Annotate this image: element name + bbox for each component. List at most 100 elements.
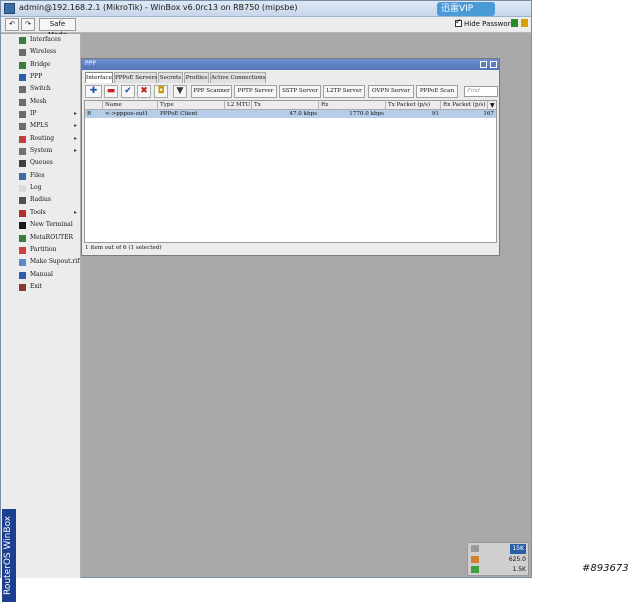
row-tx: 47.0 kbps (289, 111, 317, 117)
winbox-window: admin@192.168.2.1 (MikroTik) - WinBox v6… (0, 0, 532, 602)
winbox-app-icon (4, 3, 15, 14)
interfaces-icon (19, 37, 26, 44)
manual-icon (19, 271, 26, 279)
sidebar-item-manual[interactable]: Manual (17, 269, 81, 281)
l2tp-server-button[interactable]: L2TP Server (323, 85, 365, 98)
ip-icon (19, 111, 26, 119)
sidebar-item-mpls[interactable]: MPLS ▸ (17, 120, 81, 132)
window-title: admin@192.168.2.1 (MikroTik) - WinBox v6… (19, 3, 298, 12)
tray-value: 625.0 (508, 556, 526, 563)
redo-button[interactable]: ↷ (21, 18, 35, 31)
ppp-icon (19, 74, 26, 82)
lock-green-icon (511, 19, 518, 27)
tray-row-cpu: 15K (470, 544, 528, 554)
hide-passwords-toggle[interactable]: Hide Passwords (455, 17, 519, 28)
sidebar-item-partition[interactable]: Partition (17, 244, 81, 256)
partition-icon (19, 246, 26, 254)
filter-icon[interactable]: ▼ (173, 85, 187, 98)
sidebar-item-log[interactable]: Log (17, 182, 81, 194)
tab-interface[interactable]: Interface (85, 72, 113, 83)
wireless-icon (19, 49, 26, 57)
undo-button[interactable]: ↶ (5, 18, 19, 31)
sidebar-item-radius[interactable]: Radius (17, 194, 81, 206)
sidebar-item-interfaces[interactable]: Interfaces (17, 34, 81, 46)
sidebar-item-label: Make Supout.rif (30, 258, 80, 266)
tray-row-upload: 625.0 (470, 555, 528, 565)
supout-icon (19, 259, 26, 267)
row-rx-packet: 167 (483, 111, 494, 117)
submenu-arrow-icon: ▸ (73, 208, 77, 216)
col-name[interactable]: Name (103, 101, 158, 110)
mesh-icon (19, 98, 26, 106)
col-type[interactable]: Type (158, 101, 225, 110)
safe-mode-button[interactable]: Safe Mode (39, 18, 76, 39)
ppp-scanner-button[interactable]: PPP Scanner (191, 85, 232, 98)
find-input[interactable]: Find (464, 86, 498, 97)
sidebar-item-metarouter[interactable]: MetaROUTER (17, 232, 81, 244)
sidebar-item-new-terminal[interactable]: New Terminal (17, 219, 81, 231)
row-type: PPPoE Client (160, 111, 198, 117)
main-toolbar: ↶ ↷ Safe Mode (1, 17, 531, 39)
tab-profiles[interactable]: Profiles (184, 72, 209, 83)
sstp-server-button[interactable]: SSTP Server (279, 85, 321, 98)
sidebar-item-ppp[interactable]: PPP (17, 71, 81, 83)
ovpn-server-button[interactable]: OVPN Server (368, 85, 414, 98)
sidebar-item-ip[interactable]: IP ▸ (17, 108, 81, 120)
col-tx-packet[interactable]: Tx Packet (p/s) (386, 101, 441, 110)
radius-icon (19, 197, 26, 205)
col-rx-packet[interactable]: Rx Packet (p/s) (441, 101, 488, 110)
sidebar-item-files[interactable]: Files (17, 170, 81, 182)
tab-pppoe-servers[interactable]: PPPoE Servers (114, 72, 157, 83)
sidebar-item-label: System (30, 147, 53, 155)
add-icon[interactable]: ✚ (85, 85, 102, 98)
sidebar-item-label: MPLS (30, 122, 49, 130)
sidebar-item-tools[interactable]: Tools ▸ (17, 207, 81, 219)
row-rx: 1770.0 kbps (349, 111, 384, 117)
col-rx[interactable]: Rx (319, 101, 386, 110)
checkbox-icon[interactable] (455, 17, 462, 27)
sidebar-item-label: Log (30, 184, 42, 192)
sidebar-item-label: Mesh (30, 97, 47, 105)
sidebar-item-routing[interactable]: Routing ▸ (17, 133, 81, 145)
comment-icon[interactable]: ◘ (154, 85, 168, 98)
sidebar-item-wireless[interactable]: Wireless (17, 46, 81, 58)
queues-icon (19, 160, 26, 168)
sidebar-item-make-supout-rif[interactable]: Make Supout.rif (17, 256, 81, 268)
tab-secrets[interactable]: Secrets (158, 72, 183, 83)
enable-icon[interactable]: ✔ (121, 85, 135, 98)
disable-icon[interactable]: ✖ (137, 85, 151, 98)
restore-icon[interactable] (480, 61, 487, 68)
log-icon (19, 185, 26, 193)
sidebar-item-switch[interactable]: Switch (17, 83, 81, 95)
remove-icon[interactable]: ▬ (104, 85, 118, 98)
sidebar-item-exit[interactable]: Exit (17, 281, 81, 293)
pptp-server-button[interactable]: PPTP Server (234, 85, 277, 98)
col-tx[interactable]: Tx (252, 101, 319, 110)
ppp-title: PPP (85, 60, 96, 67)
sidebar-item-label: MetaROUTER (30, 233, 74, 241)
exit-icon (19, 283, 26, 291)
sidebar-item-label: Partition (30, 245, 57, 253)
submenu-arrow-icon: ▸ (73, 122, 77, 130)
tab-active-connections[interactable]: Active Connections (210, 72, 266, 83)
tray-value: 15K (510, 544, 526, 554)
submenu-arrow-icon: ▸ (73, 134, 77, 142)
row-flag: R (87, 111, 92, 117)
row-tx-packet: 91 (431, 111, 439, 117)
vip-badge[interactable]: 迅雷VIP (437, 2, 495, 16)
col-flag[interactable] (85, 101, 103, 110)
sidebar-item-mesh[interactable]: Mesh (17, 96, 81, 108)
tools-icon (19, 209, 26, 217)
metarouter-icon (19, 234, 26, 242)
column-menu-icon[interactable]: ▼ (488, 101, 496, 110)
sidebar-item-queues[interactable]: Queues (17, 157, 81, 169)
sidebar-item-system[interactable]: System ▸ (17, 145, 81, 157)
pppoe-scan-button[interactable]: PPPoE Scan (416, 85, 458, 98)
close-icon[interactable] (490, 61, 497, 68)
files-icon (19, 172, 26, 180)
row-l2mtu (225, 110, 252, 118)
col-l2mtu[interactable]: L2 MTU (225, 101, 252, 110)
sidebar: RouterOS WinBox Interfaces Wireless Bridge… (1, 34, 81, 602)
sidebar-item-bridge[interactable]: Bridge (17, 59, 81, 71)
table-row[interactable]: R <->pppoe-out1 PPPoE Client 47.0 kbps 1… (85, 110, 496, 118)
